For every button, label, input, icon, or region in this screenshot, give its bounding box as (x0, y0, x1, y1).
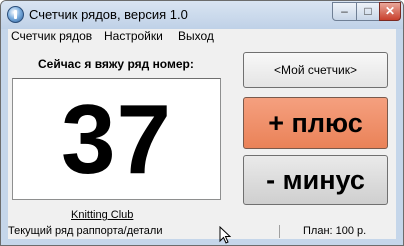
counter-display: 37 (12, 78, 221, 200)
close-button[interactable]: ✕ (379, 2, 401, 21)
status-current-row: Текущий ряд раппорта/детали (8, 225, 280, 238)
minus-button[interactable]: - минус (243, 155, 388, 205)
menu-item-row-counter[interactable]: Счетчик рядов (11, 29, 92, 43)
maximize-button[interactable]: □ (356, 2, 380, 21)
title-bar[interactable]: Счетчик рядов, версия 1.0 – □ ✕ (1, 1, 403, 29)
counter-value: 37 (60, 84, 172, 194)
my-counter-button[interactable]: <Мой счетчик> (243, 52, 388, 88)
minimize-button[interactable]: – (332, 2, 357, 21)
menu-bar: Счетчик рядов Настройки Выход (8, 29, 396, 45)
window-title: Счетчик рядов, версия 1.0 (29, 7, 188, 22)
knitting-club-link[interactable]: Knitting Club (71, 209, 133, 221)
status-bar: Текущий ряд раппорта/детали План: 100 р. (8, 225, 396, 239)
client-area: Счетчик рядов Настройки Выход Сейчас я в… (8, 29, 396, 244)
maximize-icon: □ (364, 4, 372, 18)
status-plan: План: 100 р. (303, 225, 367, 237)
close-icon: ✕ (384, 4, 396, 18)
counter-heading: Сейчас я вяжу ряд номер: (38, 57, 194, 71)
minimize-icon: – (341, 4, 348, 18)
menu-item-exit[interactable]: Выход (178, 29, 214, 43)
menu-item-settings[interactable]: Настройки (104, 29, 163, 43)
mouse-cursor-icon (219, 226, 231, 244)
plus-button[interactable]: + плюс (243, 97, 388, 149)
app-window: Счетчик рядов, версия 1.0 – □ ✕ Счетчик … (0, 0, 404, 246)
app-icon[interactable] (7, 6, 24, 23)
